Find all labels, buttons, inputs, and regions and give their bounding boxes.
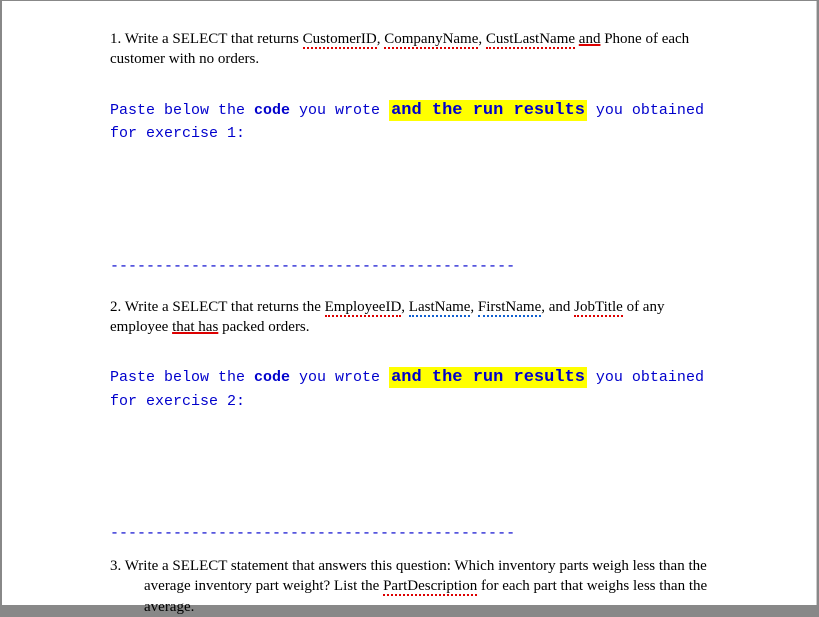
- spellcheck-word: FirstName: [478, 299, 541, 317]
- spellcheck-word: JobTitle: [574, 299, 623, 317]
- text-line: average inventory part weight? List the …: [110, 576, 720, 596]
- text: 1. Write a SELECT that returns: [110, 31, 303, 47]
- highlighted-text: and the run results: [389, 367, 587, 388]
- spellcheck-word: LastName: [409, 299, 471, 317]
- exercise-3-prompt: 3. Write a SELECT statement that answers…: [110, 556, 720, 617]
- grammar-word: and: [579, 31, 601, 47]
- spellcheck-word: CustLastName: [486, 31, 575, 49]
- text-bold: code: [254, 369, 290, 386]
- text: , and: [541, 299, 574, 315]
- spellcheck-word: CompanyName: [384, 31, 478, 49]
- text: you wrote: [290, 369, 389, 386]
- text: for each part that weighs less than the: [477, 578, 707, 594]
- text-line: 3. Write a SELECT statement that answers…: [110, 556, 720, 576]
- paste-instruction-2: Paste below the code you wrote and the r…: [110, 365, 720, 413]
- spellcheck-word: EmployeeID: [325, 299, 402, 317]
- text-line: average.: [110, 597, 720, 617]
- text: Paste below the: [110, 369, 254, 386]
- highlighted-text: and the run results: [389, 100, 587, 121]
- text: ,: [478, 31, 486, 47]
- spellcheck-word: PartDescription: [383, 578, 477, 596]
- text: packed orders.: [218, 319, 309, 335]
- text: ,: [470, 299, 478, 315]
- separator: ----------------------------------------…: [110, 525, 720, 542]
- spellcheck-word: CustomerID: [303, 31, 377, 49]
- text: 2. Write a SELECT that returns the: [110, 299, 325, 315]
- text: ,: [401, 299, 409, 315]
- exercise-1-prompt: 1. Write a SELECT that returns CustomerI…: [110, 29, 720, 70]
- text: average inventory part weight? List the: [144, 578, 383, 594]
- text: you wrote: [290, 102, 389, 119]
- text: Paste below the: [110, 102, 254, 119]
- exercise-2-prompt: 2. Write a SELECT that returns the Emplo…: [110, 297, 720, 338]
- paste-instruction-1: Paste below the code you wrote and the r…: [110, 98, 720, 146]
- grammar-word: that has: [172, 319, 218, 335]
- separator: ----------------------------------------…: [110, 258, 720, 275]
- text-bold: code: [254, 102, 290, 119]
- document-page: 1. Write a SELECT that returns CustomerI…: [2, 1, 817, 605]
